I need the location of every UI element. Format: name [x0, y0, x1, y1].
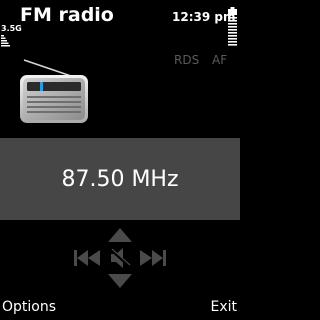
arrow-down-icon[interactable] — [108, 274, 132, 288]
af-indicator: AF — [212, 53, 228, 67]
navigation-pad — [68, 222, 172, 294]
fm-radio-screen: 3.5G FM radio 12:39 pm RDS AF 87.50 MHz … — [0, 0, 240, 320]
rds-indicator: RDS — [174, 53, 200, 67]
speaker-mute-icon[interactable] — [109, 248, 131, 268]
status-clock: 12:39 pm — [172, 10, 236, 24]
arrow-up-icon[interactable] — [108, 228, 132, 242]
seek-forward-icon[interactable] — [140, 250, 166, 266]
frequency-panel: 87.50 MHz — [0, 138, 240, 220]
app-title: FM radio — [20, 4, 114, 26]
frequency-display: 87.50 MHz — [61, 167, 179, 192]
seek-back-icon[interactable] — [74, 250, 100, 266]
network-type-label: 3.5G — [1, 24, 22, 33]
signal-bars-icon — [1, 35, 10, 47]
options-softkey[interactable]: Options — [2, 298, 56, 316]
network-indicator: 3.5G — [0, 25, 22, 49]
battery-icon — [228, 7, 237, 46]
exit-softkey[interactable]: Exit — [210, 298, 237, 316]
radio-icon — [20, 59, 88, 123]
